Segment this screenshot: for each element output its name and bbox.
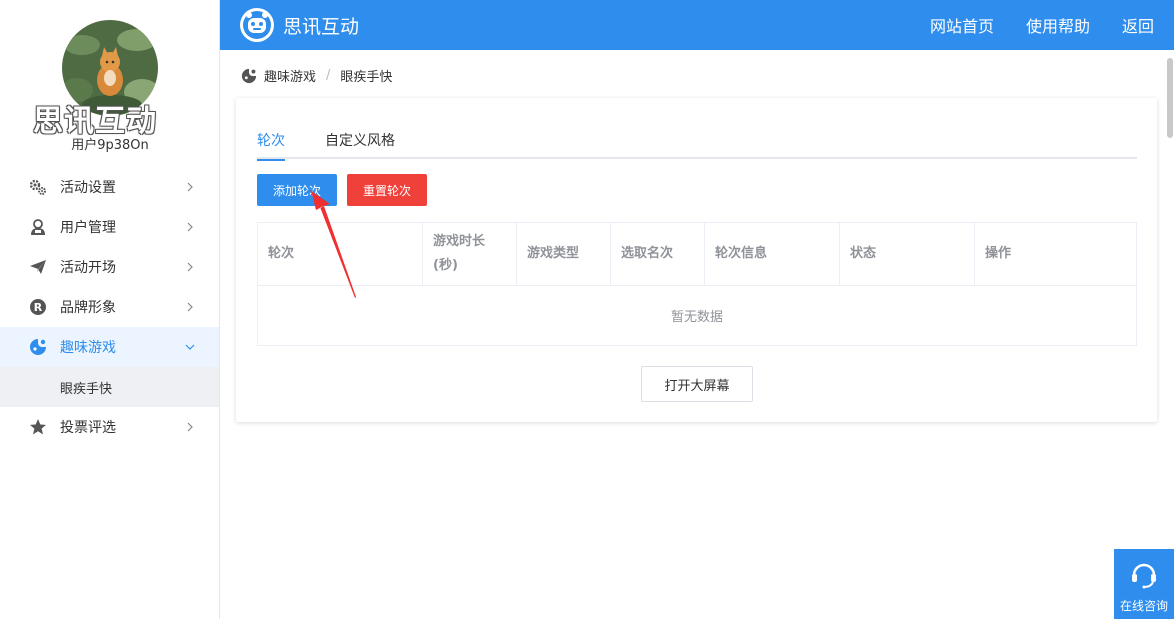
user-manage-icon <box>28 217 48 237</box>
table-empty-state: 暂无数据 <box>670 310 723 325</box>
chevron-right-icon <box>187 182 193 192</box>
rounds-table: 轮次 游戏时长 (秒) 游戏类型 选取名次 轮次信息 状态 操作 暂无数据 <box>257 222 1137 346</box>
column-header: 轮次 <box>258 223 423 285</box>
chevron-right-icon <box>187 422 193 432</box>
sidebar-item-fun-games[interactable]: 趣味游戏 <box>0 327 219 367</box>
column-header: 游戏时长 (秒) <box>423 223 517 285</box>
username: 用户9p38On <box>71 138 149 153</box>
scrollbar-thumb[interactable] <box>1167 58 1173 138</box>
nav-home-link[interactable]: 网站首页 <box>930 13 994 37</box>
online-consult-button[interactable]: 在线咨询 <box>1114 549 1174 619</box>
chevron-right-icon <box>187 302 193 312</box>
main-card: 轮次 自定义风格 添加轮次 重置轮次 轮次 游戏时长 (秒) 游戏类型 选取名次 … <box>236 98 1157 422</box>
sidebar-item-activity-opening[interactable]: 活动开场 <box>0 247 219 287</box>
sidebar-item-activity-settings[interactable]: 活动设置 <box>0 167 219 207</box>
registered-icon: R <box>28 297 48 317</box>
game-icon <box>241 68 257 83</box>
brand[interactable]: 思讯互动 <box>239 7 359 43</box>
sidebar-subitem-eye-hand[interactable]: 眼疾手快 <box>0 367 219 407</box>
sidebar: 思讯互动 用户9p38On 活动设置 用户管理 活动开场 R 品牌形象 趣味游戏… <box>0 0 220 619</box>
brand-name: 思讯互动 <box>283 15 360 38</box>
sidebar-item-brand-image[interactable]: R 品牌形象 <box>0 287 219 327</box>
nav-back-link[interactable]: 返回 <box>1122 13 1154 37</box>
top-nav: 网站首页 使用帮助 返回 <box>898 0 1154 50</box>
column-header: 轮次信息 <box>705 223 840 285</box>
headset-chat-icon <box>1132 563 1156 589</box>
sidebar-item-user-management[interactable]: 用户管理 <box>0 207 219 247</box>
reset-round-button[interactable]: 重置轮次 <box>347 174 427 206</box>
sidebar-menu: 活动设置 用户管理 活动开场 R 品牌形象 趣味游戏 眼疾手快 投票评选 <box>0 167 219 447</box>
game-icon <box>28 337 48 357</box>
sidebar-item-label: 投票评选 <box>60 420 116 436</box>
top-header: 思讯互动 网站首页 使用帮助 返回 <box>220 0 1174 50</box>
svg-text:R: R <box>34 301 43 314</box>
chevron-right-icon <box>187 222 193 232</box>
column-header: 状态 <box>840 223 975 285</box>
sidebar-item-label: 活动开场 <box>60 260 116 276</box>
sidebar-subitem-label: 眼疾手快 <box>60 381 113 397</box>
nav-help-link[interactable]: 使用帮助 <box>1026 13 1090 37</box>
page-scrollbar[interactable] <box>1166 50 1174 619</box>
open-big-screen-button[interactable]: 打开大屏幕 <box>641 366 753 402</box>
robot-logo-icon <box>240 8 274 42</box>
chevron-right-icon <box>187 262 193 272</box>
tab-bar: 轮次 自定义风格 <box>257 122 1137 161</box>
breadcrumb-separator: / <box>326 68 331 83</box>
column-header: 操作 <box>985 246 1012 261</box>
column-header: 选取名次 <box>611 223 705 285</box>
sidebar-item-label: 品牌形象 <box>60 300 116 316</box>
column-header: 游戏类型 <box>517 223 611 285</box>
sidebar-item-label: 趣味游戏 <box>60 340 116 356</box>
breadcrumb-current: 眼疾手快 <box>340 70 393 85</box>
paper-plane-icon <box>28 257 48 277</box>
chevron-down-icon <box>185 344 195 350</box>
consult-label: 在线咨询 <box>1119 599 1168 613</box>
sidebar-item-label: 用户管理 <box>60 220 116 236</box>
breadcrumb: 趣味游戏 / 眼疾手快 <box>241 66 392 85</box>
sidebar-item-label: 活动设置 <box>60 180 116 196</box>
star-icon <box>28 417 48 437</box>
sidebar-item-voting[interactable]: 投票评选 <box>0 407 219 447</box>
add-round-button[interactable]: 添加轮次 <box>257 174 337 206</box>
breadcrumb-item[interactable]: 趣味游戏 <box>264 66 316 85</box>
tab-custom-style[interactable]: 自定义风格 <box>325 130 395 159</box>
tab-rounds[interactable]: 轮次 <box>257 130 285 161</box>
table-header: 轮次 游戏时长 (秒) 游戏类型 选取名次 轮次信息 状态 操作 <box>258 223 1136 286</box>
gears-icon <box>28 177 48 197</box>
